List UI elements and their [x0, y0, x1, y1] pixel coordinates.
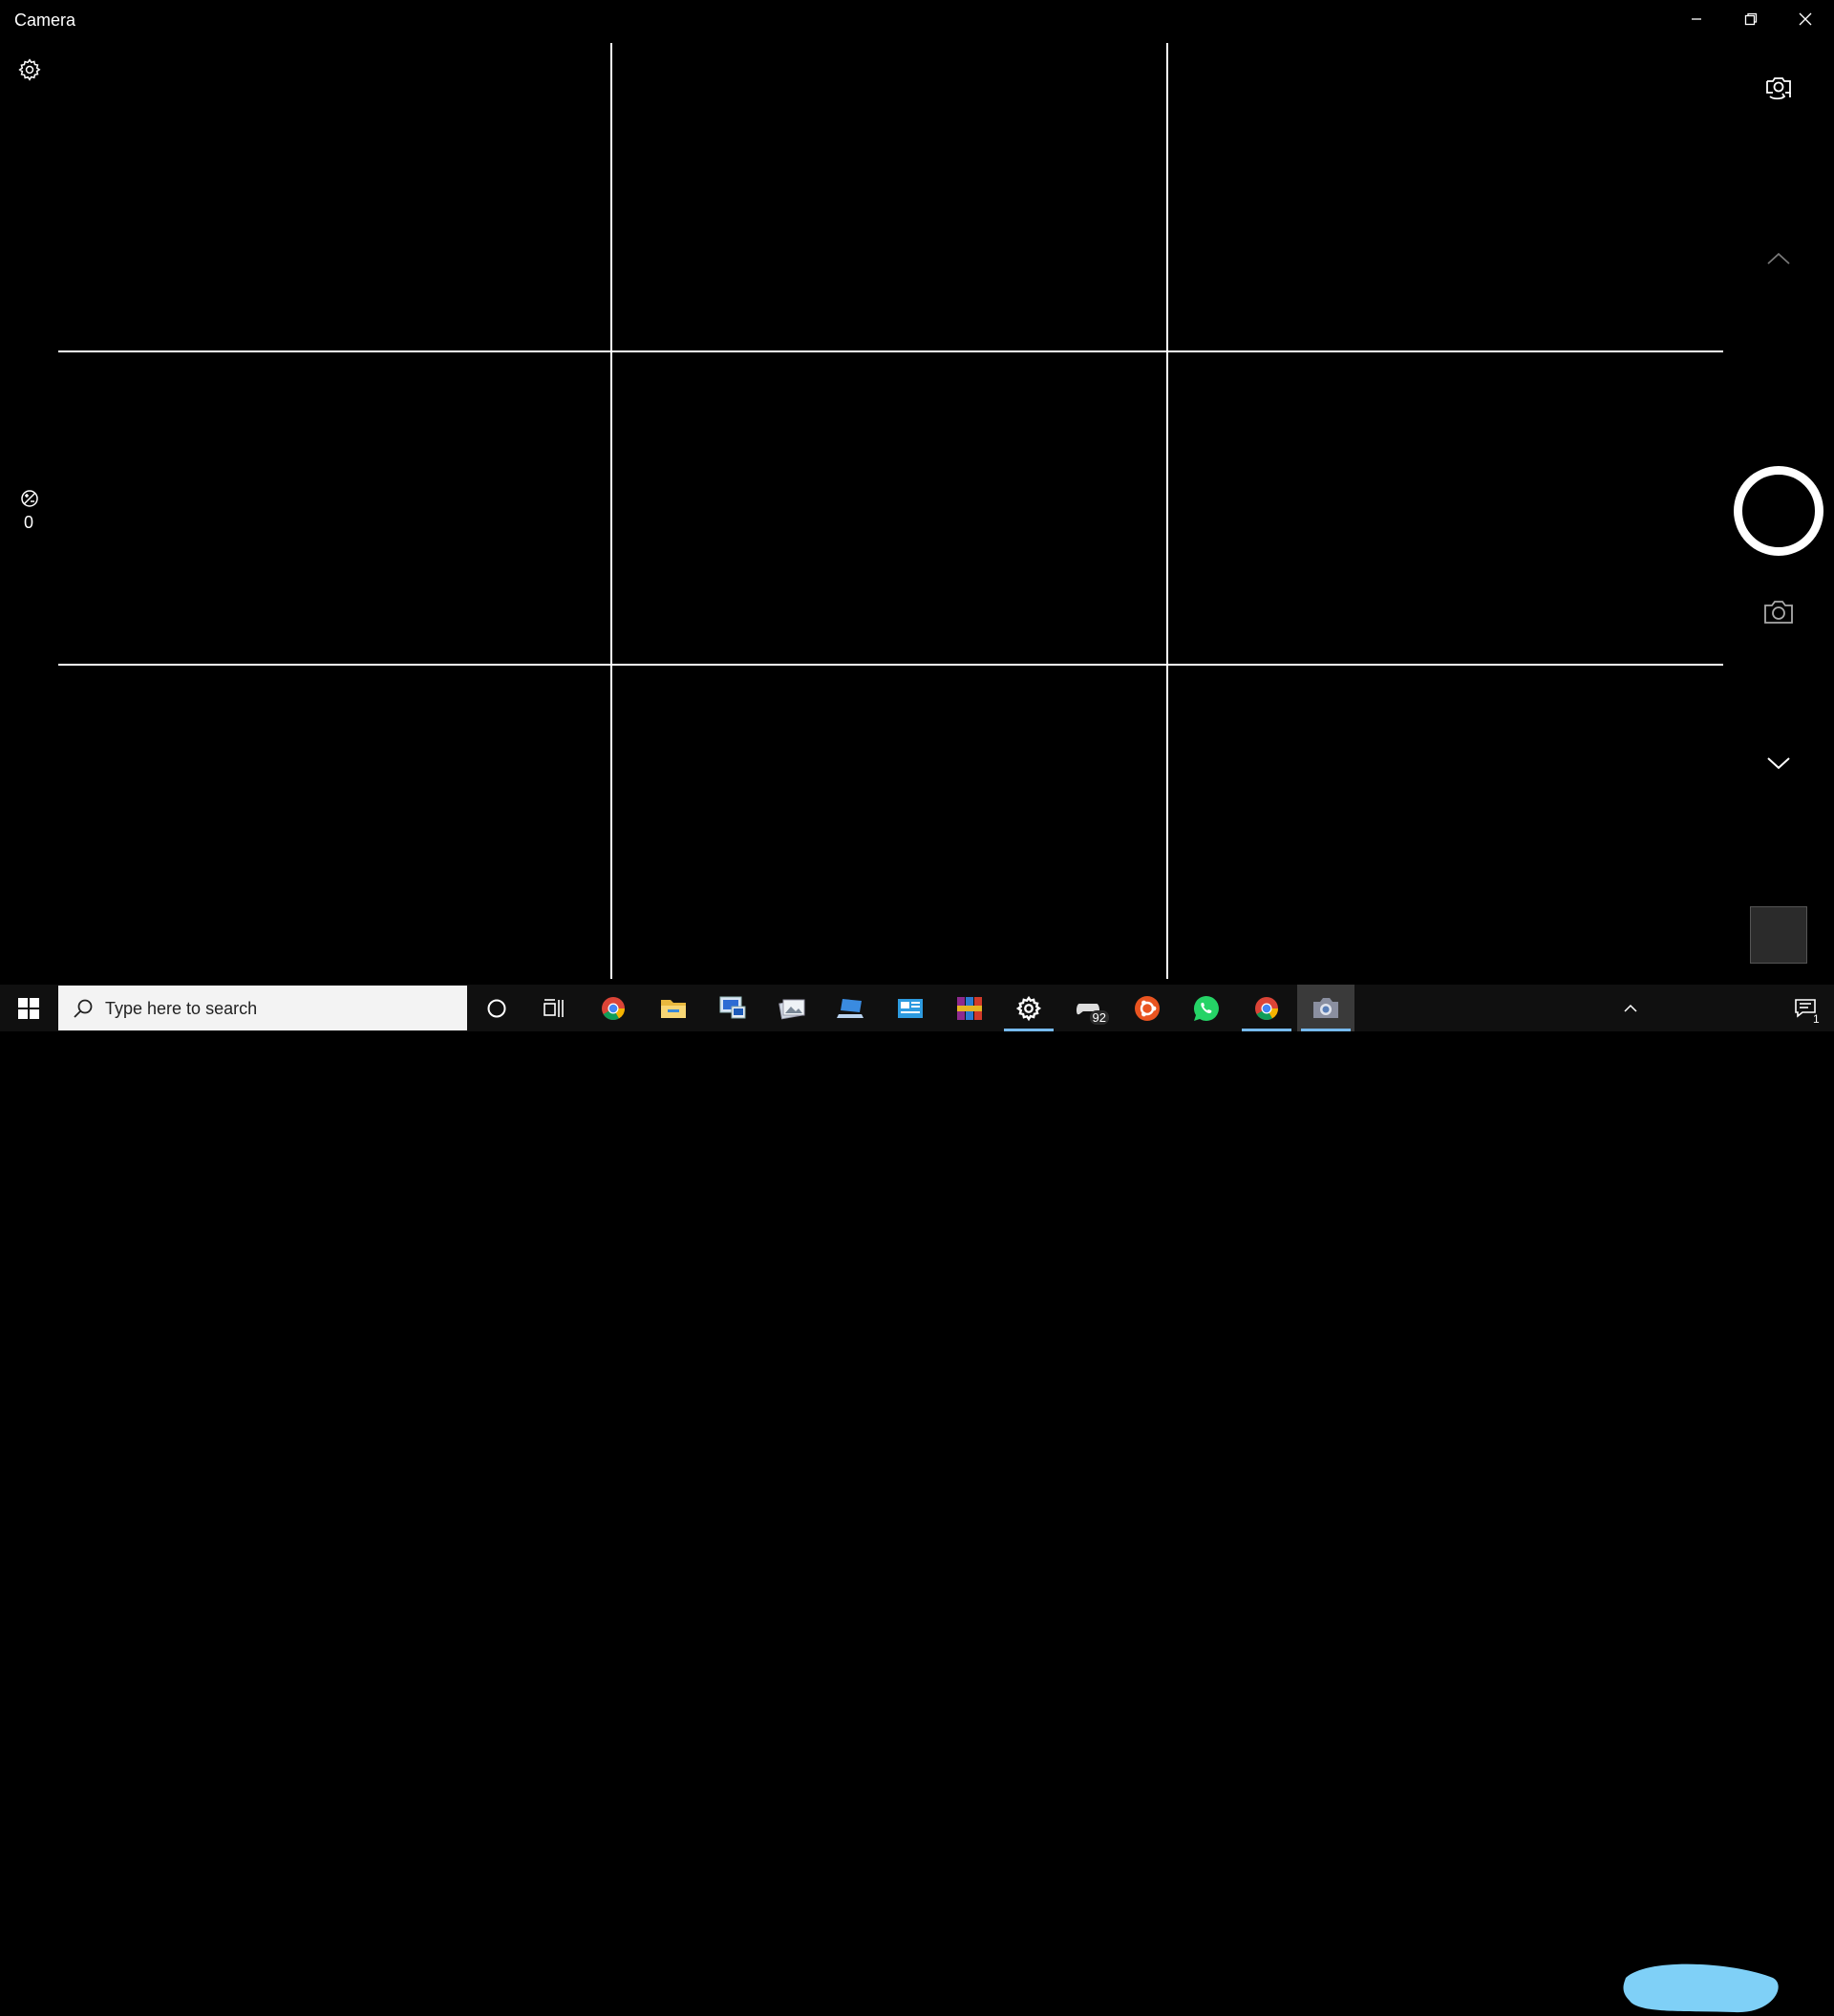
news-icon	[898, 998, 923, 1018]
laptop-icon	[837, 998, 864, 1018]
taskbar-app-game[interactable]: 92	[1059, 985, 1117, 1031]
chevron-down-icon	[1767, 757, 1790, 770]
taskbar: Type here to search 92 1	[0, 985, 1834, 2013]
photos-icon	[778, 999, 805, 1019]
gear-icon	[1015, 995, 1042, 1021]
winrar-icon	[957, 996, 982, 1020]
settings-button[interactable]	[13, 53, 46, 86]
folder-icon	[661, 999, 686, 1018]
taskbar-app-settings[interactable]	[1000, 985, 1057, 1031]
taskbar-app-news[interactable]	[882, 985, 939, 1031]
taskbar-app-remote-desktop[interactable]	[704, 985, 761, 1031]
chrome-icon	[1255, 996, 1278, 1020]
taskbar-app-winrar[interactable]	[941, 985, 998, 1031]
video-mode-inner	[1739, 472, 1818, 550]
taskbar-app-photos[interactable]	[763, 985, 821, 1031]
collapse-button[interactable]	[1759, 749, 1798, 777]
gear-icon	[18, 58, 41, 81]
redaction-scribble	[1623, 1963, 1779, 2013]
chevron-up-icon	[1767, 252, 1790, 265]
expand-up-button[interactable]	[1759, 244, 1798, 273]
taskbar-app-chrome-profile[interactable]	[1238, 985, 1295, 1031]
cortana-button[interactable]	[468, 985, 525, 1031]
search-input[interactable]: Type here to search	[58, 986, 467, 1030]
camera-icon	[1764, 601, 1793, 624]
remote-desktop-icon	[719, 996, 746, 1018]
restore-icon	[1744, 12, 1758, 26]
video-camera-icon	[1764, 503, 1792, 519]
show-hidden-icons-button[interactable]	[1619, 985, 1642, 1031]
taskbar-app-file-explorer[interactable]	[645, 985, 702, 1031]
close-button[interactable]	[1779, 0, 1832, 38]
taskbar-app-whatsapp[interactable]	[1178, 985, 1235, 1031]
circle-icon	[487, 999, 506, 1017]
camera-window: Camera 0	[0, 0, 1834, 985]
minimize-icon	[1692, 18, 1701, 20]
grid-line-vertical-2	[1166, 43, 1168, 979]
minimize-button[interactable]	[1670, 0, 1723, 38]
game-badge: 92	[1089, 1010, 1109, 1025]
grid-line-horizontal-1	[58, 350, 1723, 352]
video-mode-button[interactable]	[1734, 466, 1823, 556]
taskbar-app-ubuntu[interactable]	[1119, 985, 1176, 1031]
taskbar-app-chrome-beta[interactable]	[585, 985, 642, 1031]
taskbar-app-camera[interactable]	[1297, 985, 1354, 1031]
task-view-icon	[544, 998, 564, 1017]
title-bar: Camera	[0, 0, 1834, 38]
app-title: Camera	[14, 11, 76, 30]
notifications-button[interactable]: 1	[1782, 985, 1830, 1031]
chevron-up-icon	[1624, 1004, 1637, 1012]
switch-camera-icon	[1766, 77, 1791, 100]
grid-line-horizontal-2	[58, 664, 1723, 666]
exposure-value: 0	[23, 513, 33, 532]
grid-line-vertical-1	[610, 43, 612, 979]
close-icon	[1799, 12, 1812, 26]
search-placeholder: Type here to search	[105, 999, 258, 1018]
ubuntu-icon	[1135, 995, 1160, 1021]
last-capture-thumbnail[interactable]	[1750, 906, 1807, 964]
restore-button[interactable]	[1724, 0, 1778, 38]
notification-count: 1	[1813, 1012, 1820, 1026]
chrome-icon	[602, 996, 625, 1020]
exposure-icon	[21, 490, 38, 507]
search-icon	[74, 999, 93, 1018]
whatsapp-icon	[1193, 995, 1219, 1021]
camera-icon	[1313, 997, 1338, 1018]
photo-mode-button[interactable]	[1759, 596, 1798, 628]
switch-camera-button[interactable]	[1759, 69, 1798, 107]
start-button[interactable]	[0, 985, 57, 1031]
task-view-button[interactable]	[525, 985, 583, 1031]
exposure-button[interactable]	[17, 487, 42, 510]
taskbar-app-connect[interactable]	[822, 985, 880, 1031]
windows-icon	[18, 997, 39, 1019]
